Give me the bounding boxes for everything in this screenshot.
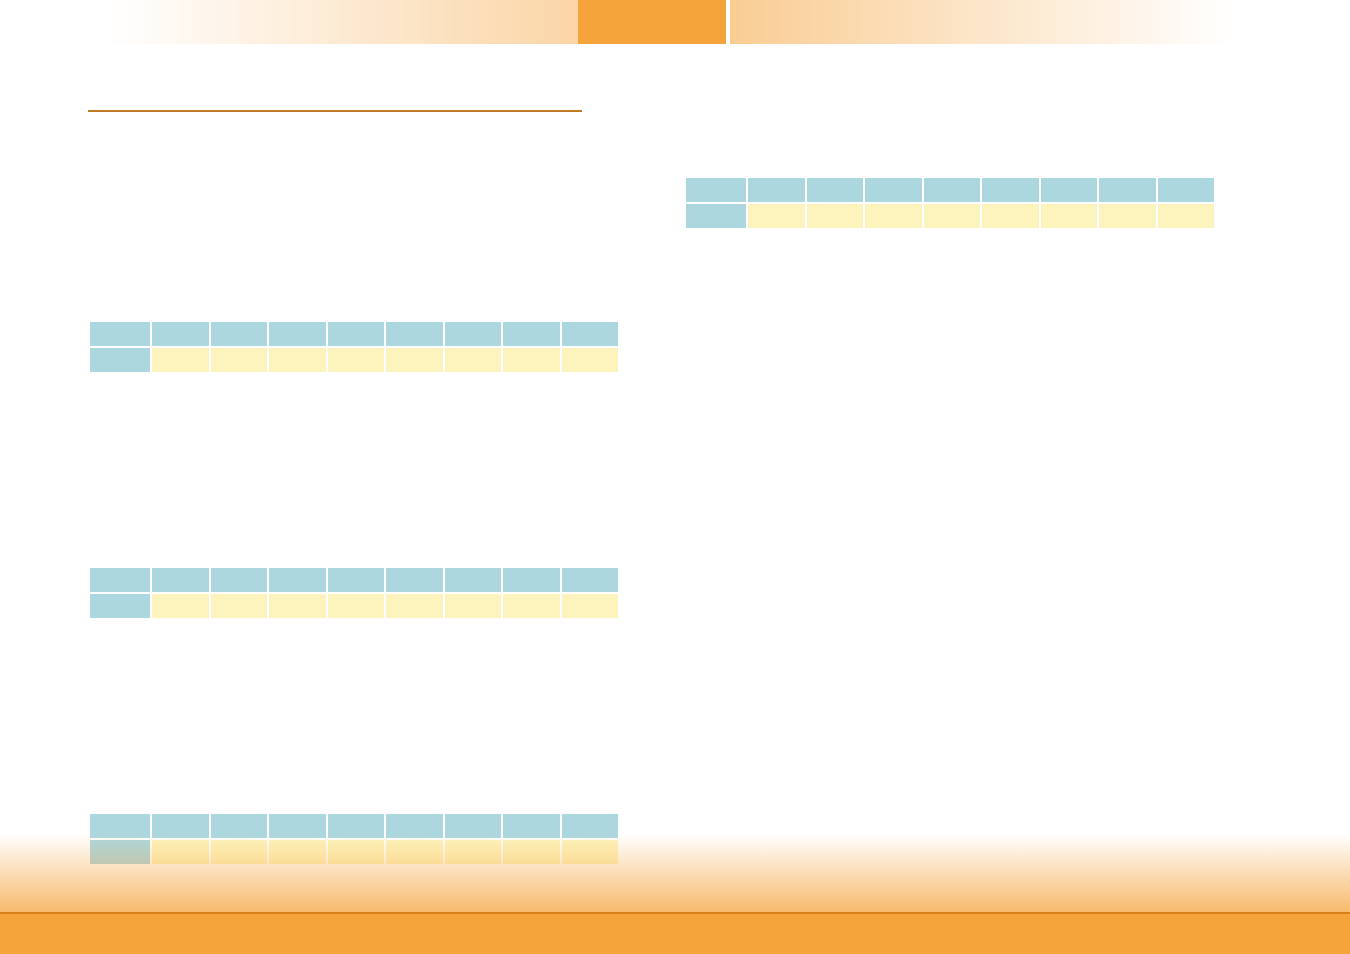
table-data-cell — [748, 204, 804, 228]
banner-fade-right — [730, 0, 1234, 44]
spacer — [88, 152, 620, 320]
table-data-cell — [1099, 204, 1155, 228]
left-column — [88, 90, 620, 932]
table-header-cell — [562, 322, 618, 346]
footer-fade — [0, 834, 1350, 912]
table-data-cell — [211, 348, 267, 372]
table-row-label — [90, 594, 150, 618]
spacer — [684, 90, 1216, 176]
table-data-cell — [865, 204, 921, 228]
left-table-2 — [88, 566, 620, 620]
table-header-row — [90, 568, 618, 592]
table-header-cell — [386, 322, 442, 346]
table-data-cell — [982, 204, 1038, 228]
right-column — [684, 90, 1216, 296]
table-header-cell — [152, 568, 208, 592]
table-data-cell — [152, 594, 208, 618]
table-data-cell — [211, 594, 267, 618]
table-header-cell — [924, 178, 980, 202]
table-data-cell — [807, 204, 863, 228]
right-table-1 — [684, 176, 1216, 230]
table-data-cell — [503, 594, 559, 618]
table-data-cell — [562, 348, 618, 372]
table-data-row — [686, 204, 1214, 228]
table-header-cell — [1158, 178, 1214, 202]
table-data-cell — [445, 594, 501, 618]
table-header-cell — [503, 322, 559, 346]
table-header-cell — [269, 322, 325, 346]
table-header-cell — [211, 322, 267, 346]
table-header-cell — [686, 178, 746, 202]
table-header-cell — [211, 568, 267, 592]
table-header-cell — [562, 568, 618, 592]
table-header-cell — [445, 322, 501, 346]
banner-fade-left — [108, 0, 578, 44]
table-row-label — [686, 204, 746, 228]
table-header-cell — [152, 322, 208, 346]
table-header-cell — [445, 568, 501, 592]
table-header-cell — [328, 568, 384, 592]
table-header-cell — [982, 178, 1038, 202]
table-header-cell — [748, 178, 804, 202]
top-banner — [108, 0, 1234, 44]
table-header-cell — [503, 568, 559, 592]
spacer — [88, 686, 620, 812]
page — [0, 0, 1350, 954]
left-table-1 — [88, 320, 620, 374]
table-header-cell — [1041, 178, 1097, 202]
table-data-row — [90, 594, 618, 618]
table-data-cell — [386, 594, 442, 618]
table-header-cell — [1099, 178, 1155, 202]
table-data-cell — [562, 594, 618, 618]
table-data-cell — [1158, 204, 1214, 228]
table-data-row — [90, 348, 618, 372]
table-data-cell — [269, 594, 325, 618]
table-data-cell — [1041, 204, 1097, 228]
table-data-cell — [328, 348, 384, 372]
footer-bar — [0, 912, 1350, 954]
table-header-cell — [386, 568, 442, 592]
table-data-cell — [152, 348, 208, 372]
spacer — [88, 440, 620, 566]
table-data-cell — [269, 348, 325, 372]
table-header-cell — [328, 322, 384, 346]
table-header-cell — [865, 178, 921, 202]
table-header-cell — [90, 568, 150, 592]
table-header-cell — [807, 178, 863, 202]
table-data-cell — [328, 594, 384, 618]
table-row-label — [90, 348, 150, 372]
table-header-row — [686, 178, 1214, 202]
table-data-cell — [503, 348, 559, 372]
section-divider — [88, 110, 582, 112]
table-header-cell — [269, 568, 325, 592]
table-data-cell — [386, 348, 442, 372]
table-data-cell — [445, 348, 501, 372]
table-data-cell — [924, 204, 980, 228]
table-header-row — [90, 322, 618, 346]
table-header-cell — [90, 322, 150, 346]
banner-active-tab — [578, 0, 726, 44]
page-footer — [0, 834, 1350, 954]
